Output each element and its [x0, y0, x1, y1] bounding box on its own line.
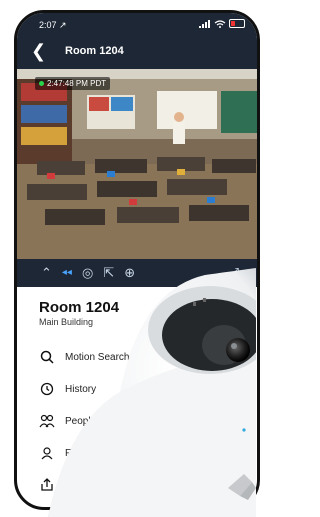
- history-icon: [39, 381, 55, 397]
- camera-menu: Motion Search History People Fac: [39, 343, 239, 510]
- face-icon: [39, 445, 55, 461]
- status-bar: 2:07 ↗: [17, 13, 257, 35]
- menu-item-motion-search[interactable]: Motion Search: [39, 343, 239, 371]
- export-icon: [39, 477, 55, 493]
- search-icon: [39, 349, 55, 365]
- wifi-icon: [214, 19, 226, 28]
- chevron-left-icon[interactable]: ❮: [31, 42, 46, 60]
- menu-item-history[interactable]: History: [39, 375, 239, 403]
- cellular-signal-icon: [199, 19, 210, 28]
- nav-bar: ❮ Room 1204: [17, 35, 257, 69]
- battery-icon: [229, 19, 245, 28]
- menu-item-face[interactable]: Fac: [39, 439, 239, 467]
- app-screen: 2:07 ↗ ❮ Room 1204 2:47:48 PM PDT ⌃ ◂◂ ◎…: [17, 13, 257, 507]
- nav-title: Room 1204: [65, 45, 124, 57]
- video-controls: ⌃ ◂◂ ◎ ⇱ ⊕ ⤢: [17, 259, 257, 287]
- status-icons: [199, 19, 245, 28]
- camera-name: Room 1204: [39, 299, 120, 316]
- menu-item-settings[interactable]: [39, 503, 239, 510]
- menu-item-people[interactable]: People: [39, 407, 239, 435]
- video-timestamp: 2:47:48 PM PDT: [35, 77, 111, 90]
- fullscreen-icon[interactable]: ⤢: [229, 266, 239, 280]
- share-icon[interactable]: ⇱: [103, 266, 114, 280]
- menu-item-export[interactable]: [39, 471, 239, 499]
- camera-location: Main Building: [39, 317, 94, 327]
- camera-info: Room 1204 Main Building: [39, 299, 119, 327]
- menu-item-label: History: [65, 383, 97, 395]
- zoom-icon[interactable]: ⊕: [124, 266, 135, 280]
- chevron-up-icon[interactable]: ⌃: [41, 266, 52, 280]
- status-time: 2:07 ↗: [39, 20, 67, 30]
- menu-item-label: People: [65, 415, 97, 427]
- classroom-image: [17, 69, 257, 259]
- live-icon[interactable]: ◂◂: [62, 266, 72, 280]
- video-feed[interactable]: 2:47:48 PM PDT: [17, 69, 257, 259]
- people-icon: [39, 413, 55, 429]
- menu-item-label: Motion Search: [65, 351, 130, 363]
- settings-icon: [39, 509, 55, 510]
- menu-item-label: Fac: [65, 447, 82, 459]
- phone-frame: 2:07 ↗ ❮ Room 1204 2:47:48 PM PDT ⌃ ◂◂ ◎…: [14, 10, 260, 510]
- snapshot-icon[interactable]: ◎: [82, 266, 93, 280]
